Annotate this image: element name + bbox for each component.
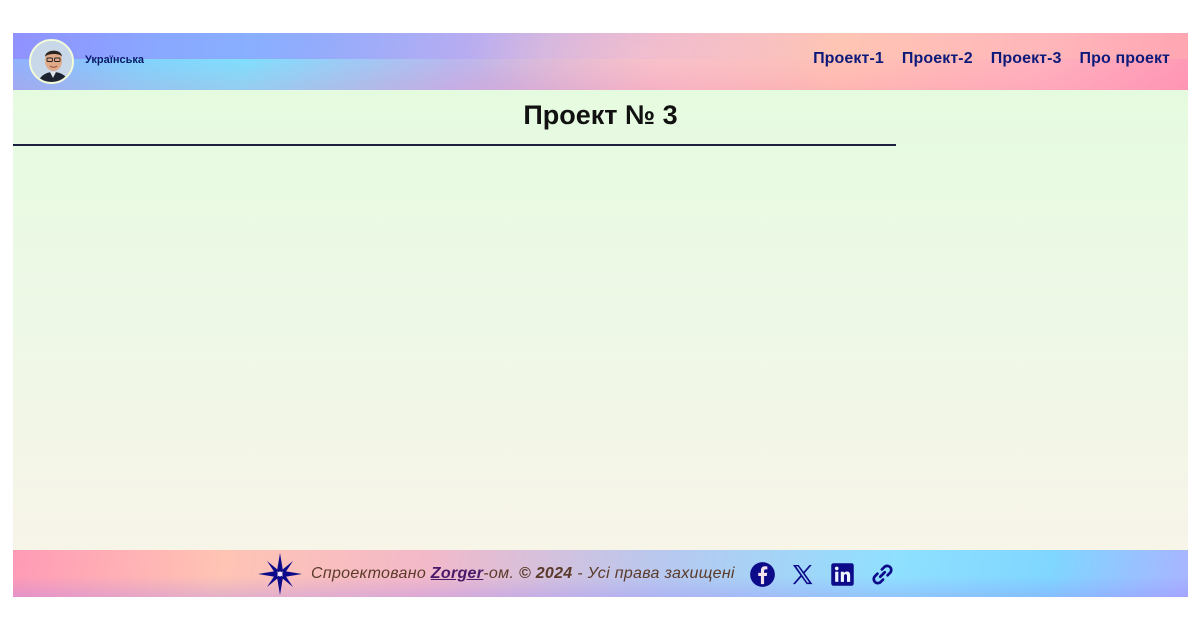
main-nav: Проект-1 Проект-2 Проект-3 Про проект bbox=[813, 50, 1170, 68]
facebook-icon[interactable] bbox=[749, 561, 776, 588]
rights-text: - Усі права захищені bbox=[572, 565, 735, 582]
credit-prefix: Спроектовано bbox=[311, 565, 431, 582]
x-icon[interactable] bbox=[789, 561, 816, 588]
page-title: Проект № 3 bbox=[523, 100, 678, 130]
footer: Спроектовано Zorger-ом. © 2024 - Усі пра… bbox=[13, 550, 1188, 597]
page-frame: Українська Проект-1 Проект-2 Проект-3 Пр… bbox=[13, 33, 1188, 597]
link-icon[interactable] bbox=[869, 561, 896, 588]
footer-credit: Спроектовано Zorger-ом. © 2024 - Усі пра… bbox=[311, 565, 735, 583]
author-link[interactable]: Zorger bbox=[431, 565, 483, 582]
nav-project-2[interactable]: Проект-2 bbox=[902, 50, 973, 68]
credit-suffix: -ом. bbox=[483, 565, 519, 582]
compass-rose-icon bbox=[258, 553, 302, 595]
nav-about-project[interactable]: Про проект bbox=[1080, 50, 1170, 68]
copyright-year: © 2024 bbox=[518, 565, 573, 582]
avatar-image bbox=[31, 41, 72, 82]
nav-project-1[interactable]: Проект-1 bbox=[813, 50, 884, 68]
title-divider bbox=[13, 144, 896, 146]
header: Українська Проект-1 Проект-2 Проект-3 Пр… bbox=[13, 33, 1188, 90]
linkedin-icon[interactable] bbox=[829, 561, 856, 588]
footer-content: Спроектовано Zorger-ом. © 2024 - Усі пра… bbox=[257, 553, 896, 595]
main-content: Проект № 3 bbox=[13, 90, 1188, 550]
nav-project-3[interactable]: Проект-3 bbox=[991, 50, 1062, 68]
avatar[interactable] bbox=[29, 39, 74, 84]
social-links bbox=[749, 561, 896, 588]
language-switcher[interactable]: Українська bbox=[85, 54, 144, 66]
